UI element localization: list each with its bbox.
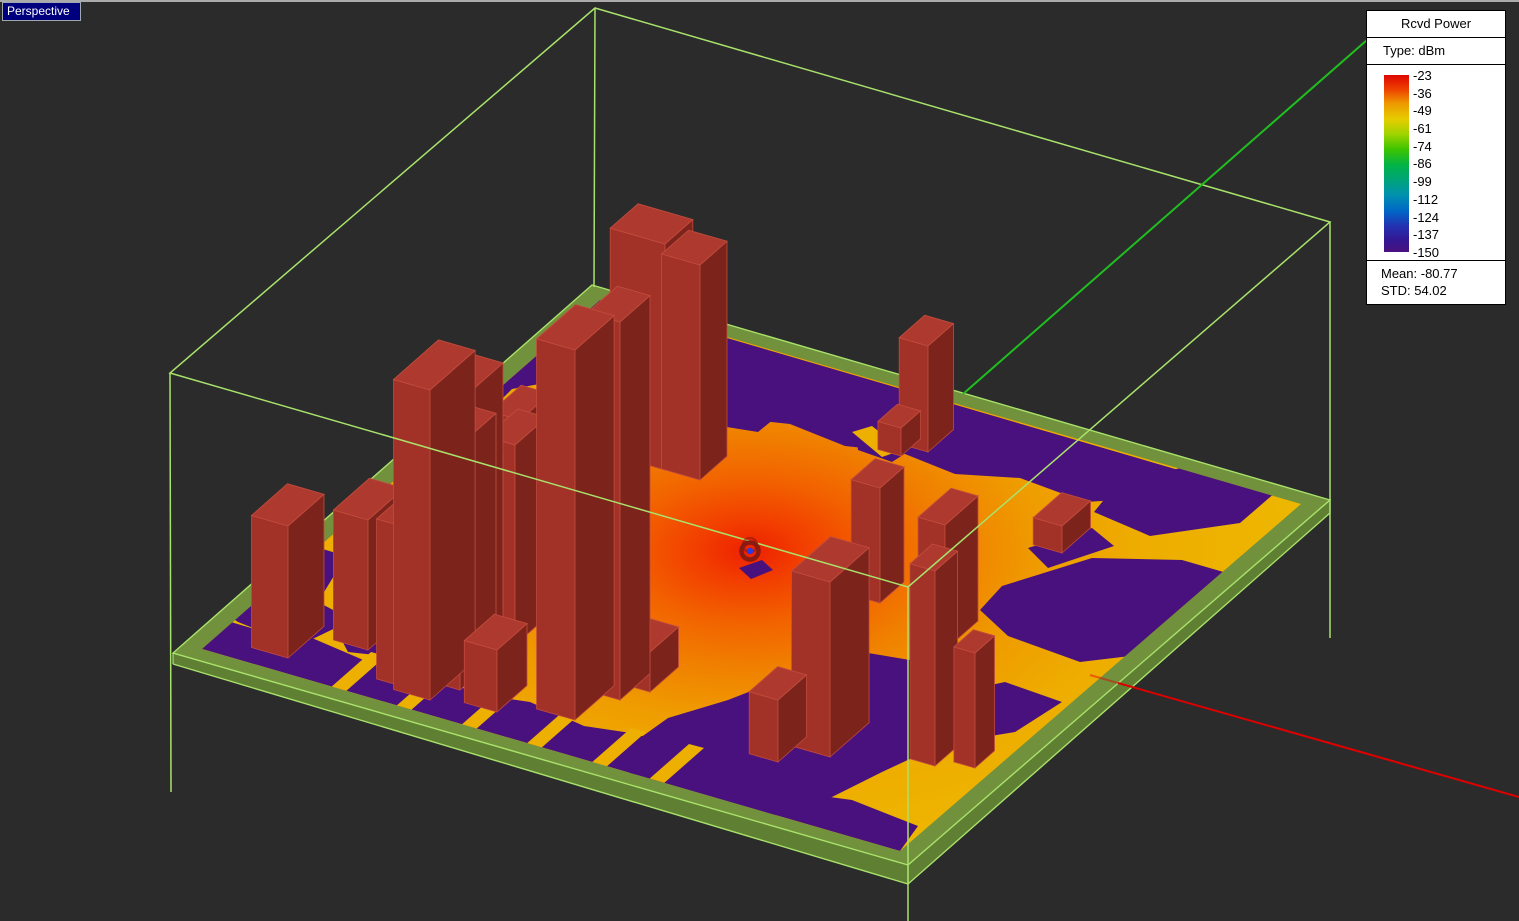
building-box (954, 630, 995, 768)
legend-colorbar (1384, 75, 1409, 252)
legend-title: Rcvd Power (1367, 11, 1505, 38)
legend-type: Type: dBm (1367, 38, 1505, 65)
building-box (537, 305, 615, 720)
scale-value: -112 (1413, 191, 1439, 209)
building-box (394, 340, 476, 700)
legend-scale-values: -23 -36 -49 -61 -74 -86 -99 -112 -124 -1… (1413, 67, 1439, 262)
view-mode-label: Perspective (2, 2, 81, 21)
3d-viewport[interactable] (0, 0, 1519, 921)
building-box (910, 544, 958, 766)
legend-scale: -23 -36 -49 -61 -74 -86 -99 -112 -124 -1… (1367, 65, 1505, 261)
scale-value: -86 (1413, 155, 1439, 173)
scale-value: -150 (1413, 244, 1439, 262)
app-window: Perspective Rcvd Power Type: dBm -23 -36… (0, 0, 1519, 921)
scale-value: -74 (1413, 138, 1439, 156)
scale-value: -61 (1413, 120, 1439, 138)
scale-value: -124 (1413, 209, 1439, 227)
legend-mean: Mean: -80.77 (1381, 265, 1505, 282)
building-box (252, 484, 325, 658)
legend-std: STD: 54.02 (1381, 282, 1505, 299)
legend-panel: Rcvd Power Type: dBm -23 -36 -49 -61 -74… (1366, 10, 1506, 305)
scale-value: -49 (1413, 102, 1439, 120)
building-box (662, 230, 727, 480)
scale-value: -99 (1413, 173, 1439, 191)
scale-value: -23 (1413, 67, 1439, 85)
scale-value: -137 (1413, 226, 1439, 244)
scale-value: -36 (1413, 85, 1439, 103)
